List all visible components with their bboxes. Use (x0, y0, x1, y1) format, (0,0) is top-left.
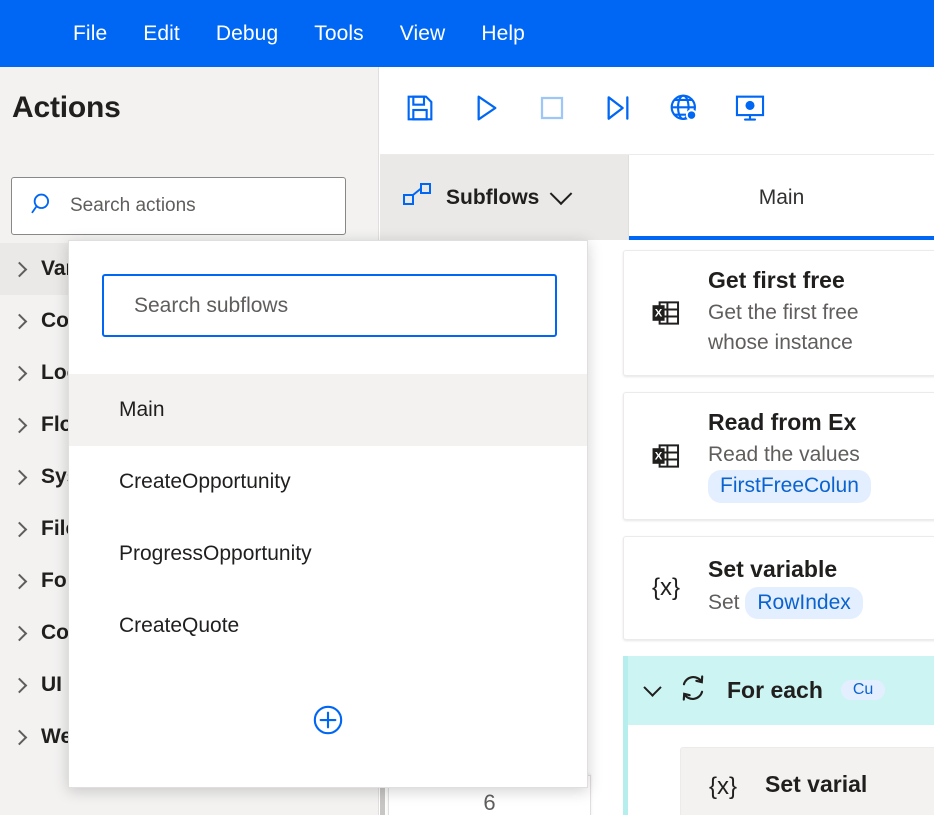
subflows-tab-label: Subflows (446, 185, 540, 209)
menu-item-edit[interactable]: Edit (125, 16, 198, 52)
flow-step-set-variable-nested[interactable]: {x} Set varial (680, 746, 934, 815)
menu-item-view[interactable]: View (382, 16, 464, 52)
web-recorder-button[interactable] (664, 91, 704, 131)
run-button[interactable] (466, 91, 506, 131)
excel-icon: X (646, 439, 686, 473)
line-number: 6 (483, 790, 496, 815)
loop-icon (677, 672, 709, 709)
tab-main-label: Main (758, 185, 805, 209)
chevron-right-icon (11, 625, 28, 641)
toolbar (380, 67, 934, 155)
search-actions-placeholder: Search actions (70, 195, 196, 216)
subflows-dropdown-panel: Search subflows Main CreateOpportunity P… (68, 240, 588, 788)
flow-step-body: Get first free Get the first free whose … (708, 267, 934, 359)
flow-step-body: Set variable Set RowIndex (708, 556, 934, 620)
menu-bar: File Edit Debug Tools View Help (0, 0, 889, 67)
variable-icon: {x} (651, 573, 681, 601)
flow-step-body: Read from Ex Read the values FirstFreeCo… (708, 409, 934, 503)
for-each-title: For each (727, 676, 823, 703)
subflow-nodes-icon (402, 182, 432, 213)
svg-text:X: X (655, 450, 663, 462)
search-actions-input[interactable]: Search actions (11, 177, 346, 235)
variable-icon: {x} (708, 772, 738, 800)
flow-step-title: Set variable (708, 556, 838, 583)
search-icon (30, 191, 56, 222)
subflow-item-label: ProgressOpportunity (119, 542, 312, 565)
menu-bar-filler (889, 0, 934, 67)
chevron-right-icon (11, 469, 28, 485)
subflow-item-label: CreateOpportunity (119, 470, 291, 493)
flow-step-set-variable[interactable]: {x} Set variable Set RowIndex (623, 535, 934, 640)
subflow-item-createopportunity[interactable]: CreateOpportunity (69, 446, 587, 518)
stop-square-icon (536, 92, 568, 129)
variable-chip[interactable]: Cu (840, 680, 886, 701)
flow-step-desc-line: whose instance (708, 331, 853, 355)
tab-main[interactable]: Main (629, 155, 934, 240)
menu-item-tools[interactable]: Tools (296, 16, 382, 52)
globe-record-icon (667, 91, 701, 130)
chevron-right-icon (11, 677, 28, 693)
subflows-tab[interactable]: Subflows (380, 155, 629, 240)
chevron-right-icon (11, 313, 28, 329)
flow-step-title: Read from Ex (708, 408, 857, 435)
run-next-action-button[interactable] (598, 91, 638, 131)
flow-step-get-first-free[interactable]: X Get first free Get the first free whos… (623, 250, 934, 376)
chevron-right-icon (11, 521, 28, 537)
flow-step-title: Set varial (765, 771, 868, 798)
variable-chip[interactable]: RowIndex (745, 587, 863, 620)
for-each-body: {x} Set varial (628, 725, 934, 815)
flow-step-list: X Get first free Get the first free whos… (623, 250, 934, 815)
desc-text: Set (708, 591, 746, 615)
subflow-list: Main CreateOpportunity ProgressOpportuni… (69, 374, 587, 662)
desktop-recorder-button[interactable] (730, 91, 770, 131)
subflow-item-label: CreateQuote (119, 614, 240, 637)
flow-step-read-from-excel[interactable]: X Read from Ex Read the values FirstFree… (623, 391, 934, 520)
monitor-record-icon (733, 91, 767, 130)
save-button[interactable] (400, 91, 440, 131)
play-icon (470, 92, 502, 129)
flow-step-body: Set varial (765, 771, 934, 802)
chevron-right-icon (11, 365, 28, 381)
app-window: File Edit Debug Tools View Help Actions … (0, 0, 934, 815)
plus-circle-icon (311, 705, 345, 741)
subflow-item-label: Main (119, 398, 165, 421)
flow-step-desc-line: FirstFreeColun (708, 470, 934, 503)
svg-text:X: X (655, 307, 663, 319)
tab-strip: Subflows Main (380, 155, 934, 240)
subflow-item-createquote[interactable]: CreateQuote (69, 590, 587, 662)
flow-step-desc-line: Set RowIndex (708, 587, 934, 620)
flow-step-desc-line: Read the values (708, 442, 860, 466)
chevron-down-icon[interactable] (550, 181, 573, 205)
step-over-icon (602, 92, 634, 129)
chevron-right-icon (11, 261, 28, 277)
variable-chip[interactable]: FirstFreeColun (708, 470, 871, 503)
flow-step-desc-line: Get the first free (708, 301, 859, 324)
stop-button[interactable] (532, 91, 572, 131)
excel-icon: X (646, 296, 686, 330)
subflow-item-main[interactable]: Main (69, 374, 587, 446)
for-each-header[interactable]: For each Cu (628, 655, 934, 725)
flow-step-for-each[interactable]: For each Cu {x} Set varial (623, 655, 934, 815)
save-icon (404, 92, 436, 129)
chevron-down-icon[interactable] (643, 678, 662, 697)
chevron-right-icon (11, 573, 28, 589)
chevron-right-icon (11, 729, 28, 745)
flow-step-title: Get first free (708, 267, 845, 293)
chevron-right-icon (11, 417, 28, 433)
search-subflows-placeholder: Search subflows (134, 293, 289, 317)
menu-item-help[interactable]: Help (463, 16, 543, 52)
subflow-item-progressopportunity[interactable]: ProgressOpportunity (69, 518, 587, 590)
add-subflow-button[interactable] (311, 703, 345, 737)
actions-panel-title: Actions (12, 91, 121, 124)
menu-item-file[interactable]: File (55, 16, 125, 52)
menu-item-debug[interactable]: Debug (198, 16, 296, 52)
search-subflows-input[interactable]: Search subflows (102, 274, 557, 337)
